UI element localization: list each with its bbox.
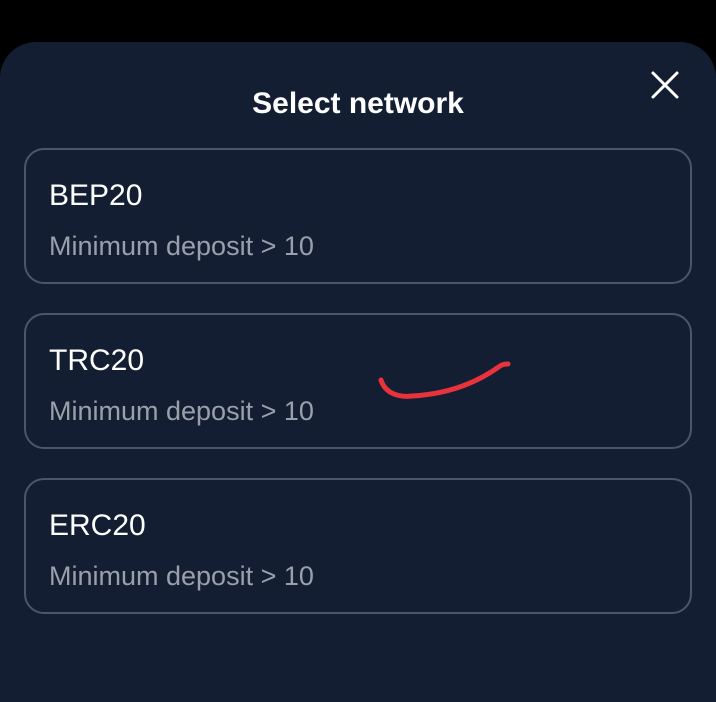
- network-name: TRC20: [49, 344, 145, 377]
- network-min-deposit: Minimum deposit > 10: [49, 396, 314, 426]
- network-option-bep20[interactable]: BEP20 Minimum deposit > 10: [24, 148, 692, 284]
- network-min-deposit: Minimum deposit > 10: [49, 561, 314, 591]
- network-select-sheet: Select network BEP20 Minimum deposit > 1…: [0, 42, 716, 702]
- network-option-erc20[interactable]: ERC20 Minimum deposit > 10: [24, 478, 692, 614]
- sheet-title: Select network: [252, 87, 464, 120]
- network-min-deposit: Minimum deposit > 10: [49, 231, 314, 261]
- close-icon: [651, 71, 679, 99]
- close-button[interactable]: [646, 66, 684, 104]
- network-name: ERC20: [49, 509, 146, 542]
- network-option-trc20[interactable]: TRC20 Minimum deposit > 10: [24, 313, 692, 449]
- network-name: BEP20: [49, 179, 143, 212]
